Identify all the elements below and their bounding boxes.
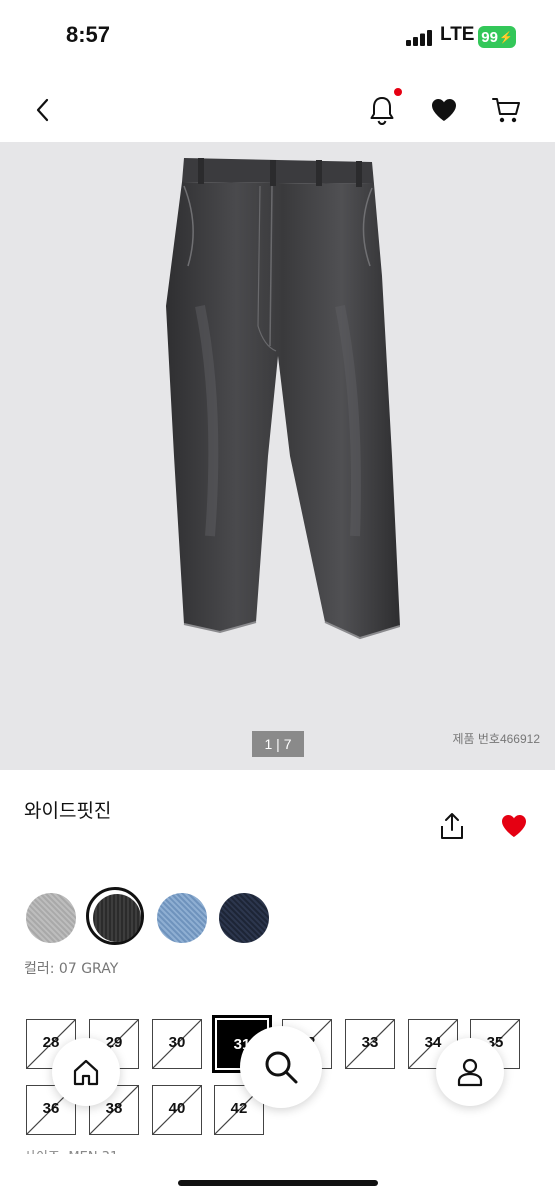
signal-icon xyxy=(406,30,432,46)
battery-level: 99 xyxy=(481,28,498,46)
bell-icon xyxy=(370,97,394,125)
network-label: LTE xyxy=(440,24,475,45)
color-swatch-light-gray[interactable] xyxy=(26,893,76,943)
home-button[interactable] xyxy=(52,1038,120,1106)
status-time: 8:57 xyxy=(66,22,111,47)
user-icon xyxy=(457,1058,483,1087)
product-image xyxy=(166,158,400,640)
chevron-left-icon xyxy=(36,98,49,122)
account-button[interactable] xyxy=(436,1038,504,1106)
color-swatch-gray[interactable] xyxy=(93,894,141,942)
color-label: 컬러: 07 GRAY xyxy=(24,961,119,977)
notification-badge xyxy=(394,88,402,96)
notifications-button[interactable] xyxy=(362,90,402,130)
size-option-33[interactable]: 33 xyxy=(345,1019,395,1069)
product-gallery[interactable] xyxy=(0,142,555,770)
heart-filled-icon xyxy=(502,815,526,837)
share-icon xyxy=(441,813,463,839)
size-label: 42 xyxy=(230,1100,248,1117)
cart-icon xyxy=(492,98,520,123)
home-indicator xyxy=(178,1180,378,1186)
share-button[interactable] xyxy=(432,806,472,846)
image-counter: 1 | 7 xyxy=(252,731,304,757)
color-swatch-navy[interactable] xyxy=(219,893,269,943)
size-label: 30 xyxy=(168,1034,186,1051)
product-code: 제품 번호466912 xyxy=(452,732,540,746)
size-label: 36 xyxy=(42,1100,60,1117)
add-to-wishlist-button[interactable] xyxy=(494,806,534,846)
battery-icon: 99 ⚡ xyxy=(478,26,516,48)
size-info-text: 사이즈: MEN 31 xyxy=(24,1146,118,1154)
size-label: 40 xyxy=(168,1100,186,1117)
size-label: 33 xyxy=(361,1034,379,1051)
back-button[interactable] xyxy=(22,90,62,130)
wishlist-button[interactable] xyxy=(424,90,464,130)
heart-icon xyxy=(432,99,456,121)
search-icon xyxy=(265,1051,298,1084)
size-option-30[interactable]: 30 xyxy=(152,1019,202,1069)
color-swatch-blue[interactable] xyxy=(157,893,207,943)
product-name: 와이드핏진 xyxy=(24,800,112,822)
size-option-40[interactable]: 40 xyxy=(152,1085,202,1135)
search-button[interactable] xyxy=(240,1026,322,1108)
cart-button[interactable] xyxy=(486,90,526,130)
home-icon xyxy=(73,1059,99,1086)
